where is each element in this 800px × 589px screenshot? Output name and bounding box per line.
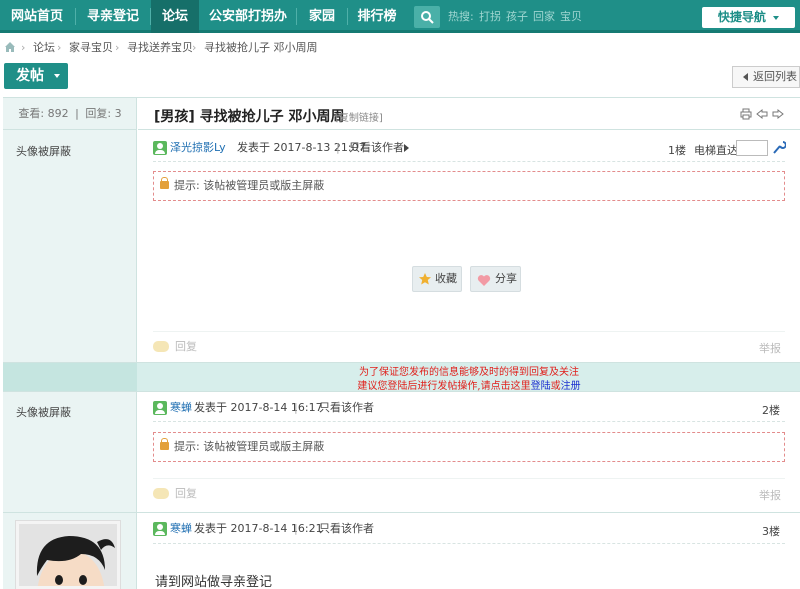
hot-word[interactable]: 宝贝 [560,0,582,33]
user-icon [153,141,167,155]
chevron-down-icon [54,74,60,78]
post-body: 请到网站做寻亲登记 [155,575,273,589]
thread-title: [男孩] 寻找被抢儿子 邓小周周 [154,109,345,125]
next-thread-icon[interactable] [772,108,784,123]
post-separator [3,512,800,513]
view-count: 892 [47,107,69,120]
login-warning-line2: 建议您登陆后进行发帖操作,请点击这里登陆或注册 [357,381,581,392]
share-button[interactable]: 分享 [470,266,521,292]
report-link[interactable]: 举报 [759,487,781,503]
lock-icon [160,438,169,450]
search-icon [421,11,434,24]
blocked-notice: 提示: 该帖被管理员或版主屏蔽 [153,432,785,462]
jump-floor-input[interactable] [736,140,768,156]
only-author-link[interactable]: 只看该作者 [319,520,374,538]
breadcrumb-forum[interactable]: 论坛 [33,40,55,56]
favorite-button[interactable]: 收藏 [412,266,462,292]
divider [153,421,785,422]
new-post-label: 发帖 [16,68,44,84]
report-link[interactable]: 举报 [759,340,781,356]
copy-link-button[interactable]: [复制链接] [335,109,383,124]
author-name[interactable]: 寒蝉 [170,520,192,538]
post-time: 发表于 2017-8-14 16:17 [194,401,323,414]
divider [153,331,785,332]
breadcrumb-section[interactable]: 家寻宝贝 [69,40,113,56]
search-button[interactable] [414,6,440,28]
reply-link[interactable]: 回复 [153,339,197,355]
breadcrumb-separator-icon: › [192,41,197,54]
breadcrumb-thread[interactable]: 寻找被抢儿子 邓小周周 [204,40,318,56]
register-link[interactable]: 注册 [561,381,581,392]
author-column [3,98,137,589]
only-author-link[interactable]: 只看该作者 [349,139,404,157]
post-time: 发表于 2017-8-14 16:21 [194,522,323,535]
post-time: 发表于 2017-8-13 21:07 [237,141,366,154]
post-author-row: 寒蝉 发表于 2017-8-14 16:21 | 只看该作者 [153,520,453,538]
quick-nav-button[interactable]: 快捷导航 [702,7,795,28]
nav-item-police[interactable]: 公安部打拐办 [200,0,296,33]
reply-icon [153,488,169,499]
reply-link[interactable]: 回复 [153,486,197,502]
login-warning-line1: 为了保证您发布的信息能够及时的得到回复及关注 [359,367,579,378]
chevron-down-icon [773,15,780,20]
login-warning-left [3,363,137,391]
hot-search-label: 热搜: [448,10,474,23]
star-icon [418,271,432,295]
floor-number[interactable]: 1楼 [668,142,686,158]
reply-count: 3 [114,107,122,120]
lock-icon [160,177,169,189]
jump-floor-label: 电梯直达 [694,144,738,157]
avatar-hidden-text: 头像被屏蔽 [16,145,71,158]
nav-item-register[interactable]: 寻亲登记 [76,0,150,33]
hot-word[interactable]: 回家 [533,0,555,33]
avatar[interactable] [16,521,120,589]
print-icon[interactable] [740,108,752,123]
hot-word[interactable]: 打拐 [479,0,501,33]
caret-right-icon [404,144,409,152]
reply-icon [153,341,169,352]
floor-number[interactable]: 3楼 [762,523,780,539]
divider [153,161,785,162]
breadcrumb-separator-icon: › [115,41,120,54]
user-icon [153,522,167,536]
home-icon[interactable] [4,41,16,58]
nav-item-forum[interactable]: 论坛 [151,0,199,33]
blocked-notice: 提示: 该帖被管理员或版主屏蔽 [153,171,785,201]
post-author-row: 泽光掠影Ly 发表于 2017-8-13 21:07 | 只看该作者 [153,139,453,157]
breadcrumb-separator-icon: › [21,41,26,54]
prev-thread-icon[interactable] [756,108,768,123]
post-author-row: 寒蝉 发表于 2017-8-14 16:17 | 只看该作者 [153,399,453,417]
user-icon [153,401,167,415]
nav-item-home-garden[interactable]: 家园 [297,0,347,33]
floor-number[interactable]: 2楼 [762,402,780,418]
breadcrumb-separator-icon: › [57,41,62,54]
author-name[interactable]: 寒蝉 [170,399,192,417]
thread-title-bar: [男孩] 寻找被抢儿子 邓小周周 [复制链接] [138,98,800,130]
login-link[interactable]: 登陆 [531,381,551,392]
avatar-hidden-text: 头像被屏蔽 [16,406,71,419]
nav-item-home[interactable]: 网站首页 [0,0,74,33]
new-post-button[interactable]: 发帖 [4,63,68,89]
thread-stats: 查看: 892 | 回复: 3 [3,98,137,130]
only-author-link[interactable]: 只看该作者 [319,399,374,417]
nav-item-ranking[interactable]: 排行榜 [348,0,406,33]
top-navigation-bar: 网站首页 寻亲登记 论坛 公安部打拐办 家园 排行榜 热搜: 打拐 孩子 回家 … [0,0,800,33]
author-name[interactable]: 泽光掠影Ly [170,139,226,157]
heart-icon [477,272,491,296]
cartoon-avatar-image [19,524,117,586]
wrench-icon[interactable] [772,139,787,158]
breadcrumb-board[interactable]: 寻找送养宝贝 [127,40,193,56]
hot-word[interactable]: 孩子 [506,0,528,33]
divider [153,543,785,544]
quick-nav-label: 快捷导航 [717,10,766,24]
divider [153,478,785,479]
back-to-list-button[interactable]: 返回列表 [732,66,800,88]
